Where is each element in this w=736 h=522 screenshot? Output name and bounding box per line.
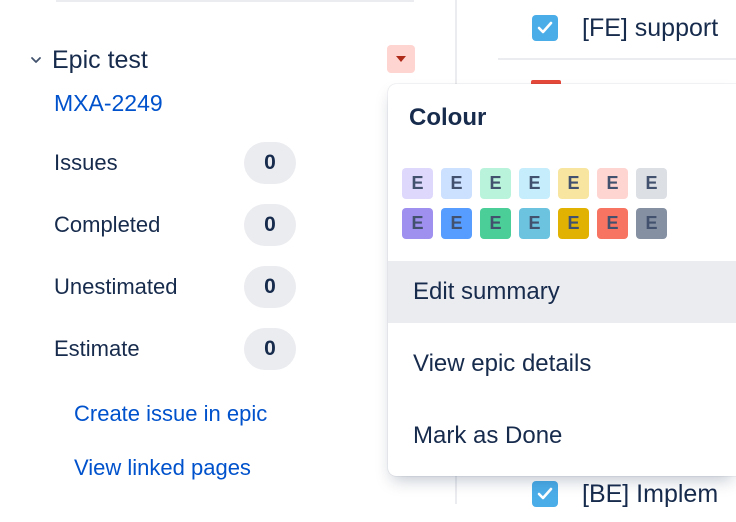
stat-label: Completed (54, 212, 161, 237)
colour-swatch-dark-blue[interactable]: E (441, 208, 472, 239)
colour-swatch-dark-grey[interactable]: E (636, 208, 667, 239)
colour-swatch-dark-purple[interactable]: E (402, 208, 433, 239)
stat-label: Issues (54, 150, 118, 175)
light-colour-swatches: E E E E E E E (402, 168, 675, 199)
stat-label: Unestimated (54, 274, 178, 299)
colour-swatch-dark-green[interactable]: E (480, 208, 511, 239)
stat-label: Estimate (54, 336, 140, 361)
stat-row-estimate: Estimate 0 (54, 328, 296, 370)
epic-actions-dropdown: Colour E E E E E E E E E E E E E E Edit … (388, 84, 736, 476)
epic-header[interactable]: Epic test (28, 42, 148, 78)
row-divider (498, 58, 736, 60)
stat-count-badge: 0 (244, 142, 296, 184)
epic-title: Epic test (52, 45, 148, 74)
issue-summary: [FE] support (582, 13, 719, 42)
task-checkbox-icon (532, 15, 558, 41)
stat-count-badge: 0 (244, 266, 296, 308)
stat-count-badge: 0 (244, 328, 296, 370)
chevron-down-icon[interactable] (28, 52, 44, 68)
colour-swatch-light-blue[interactable]: E (441, 168, 472, 199)
dark-colour-swatches: E E E E E E E (402, 208, 675, 239)
view-linked-pages-link[interactable]: View linked pages (74, 455, 251, 481)
colour-swatch-dark-yellow[interactable]: E (558, 208, 589, 239)
issue-row[interactable]: [FE] support (498, 0, 736, 56)
create-issue-in-epic-link[interactable]: Create issue in epic (74, 401, 267, 427)
menu-item-edit-summary[interactable]: Edit summary (388, 261, 736, 323)
epic-menu-button[interactable] (387, 45, 415, 73)
colour-swatch-dark-red[interactable]: E (597, 208, 628, 239)
menu-item-mark-as-done[interactable]: Mark as Done (388, 405, 736, 467)
stat-row-issues: Issues 0 (54, 142, 296, 184)
issue-summary: [BE] Implem (582, 479, 719, 508)
colour-heading: Colour (409, 104, 487, 131)
caret-down-icon (396, 56, 406, 62)
colour-swatch-light-purple[interactable]: E (402, 168, 433, 199)
colour-swatch-dark-teal[interactable]: E (519, 208, 550, 239)
stat-count-badge: 0 (244, 204, 296, 246)
colour-swatch-light-red[interactable]: E (597, 168, 628, 199)
task-checkbox-icon (532, 481, 558, 507)
colour-swatch-light-yellow[interactable]: E (558, 168, 589, 199)
colour-swatch-light-grey[interactable]: E (636, 168, 667, 199)
stat-row-unestimated: Unestimated 0 (54, 266, 296, 308)
epic-key-link[interactable]: MXA-2249 (54, 90, 163, 117)
stat-row-completed: Completed 0 (54, 204, 296, 246)
top-divider (56, 0, 414, 2)
colour-swatch-light-green[interactable]: E (480, 168, 511, 199)
colour-swatch-light-teal[interactable]: E (519, 168, 550, 199)
menu-item-view-epic-details[interactable]: View epic details (388, 333, 736, 395)
